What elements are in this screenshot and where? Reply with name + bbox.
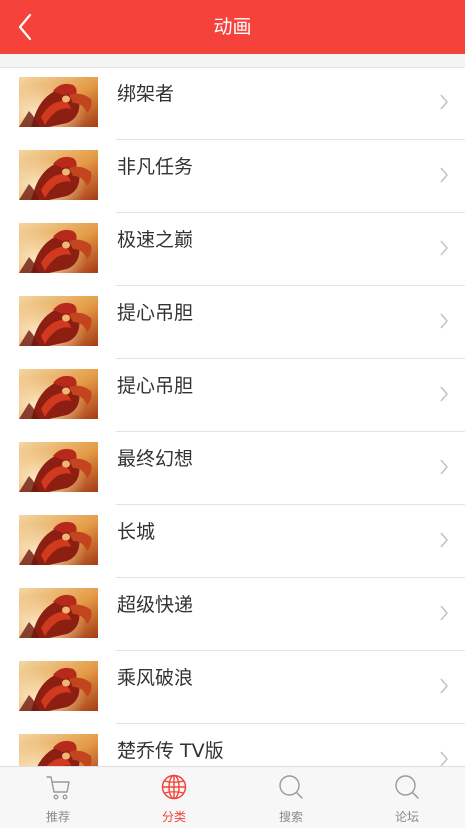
chevron-right-icon: [440, 386, 448, 402]
chevron-right-icon: [440, 167, 448, 183]
tab-forum[interactable]: 论坛: [349, 767, 465, 828]
list-item[interactable]: 最终幻想: [0, 432, 465, 505]
tab-label: 搜索: [278, 810, 303, 824]
chevron-left-icon: [18, 13, 32, 41]
item-title: 提心吊胆: [117, 302, 194, 324]
item-title: 长城: [117, 521, 156, 543]
chevron-right-icon: [440, 751, 448, 766]
list-item[interactable]: 乘风破浪: [0, 651, 465, 724]
poster-thumbnail: [19, 150, 98, 200]
tab-category[interactable]: 分类: [116, 767, 232, 828]
poster-thumbnail: [19, 661, 98, 711]
search-icon: [279, 775, 303, 799]
item-title: 绑架者: [117, 83, 175, 105]
page-title: 动画: [213, 16, 252, 38]
item-title: 最终幻想: [117, 448, 194, 470]
item-title: 乘风破浪: [117, 667, 194, 689]
chevron-right-icon: [440, 459, 448, 475]
search-icon: [395, 775, 419, 799]
item-title: 非凡任务: [117, 156, 194, 178]
cart-icon: [46, 776, 70, 800]
poster-thumbnail: [19, 77, 98, 127]
tab-recommend[interactable]: 推荐: [0, 767, 116, 828]
bottom-tab-bar: 推荐 分类 搜索 论坛: [0, 766, 465, 828]
top-bar: 动画: [0, 0, 465, 54]
poster-thumbnail: [19, 588, 98, 638]
chevron-right-icon: [440, 94, 448, 110]
globe-icon: [161, 774, 187, 800]
app-screen: 动画 绑架者 非凡任务 极速之巅 提心吊胆 提心吊胆 最终幻想 长城 超级快递 …: [0, 0, 465, 828]
item-title: 楚乔传 TV版: [117, 740, 224, 762]
poster-thumbnail: [19, 296, 98, 346]
chevron-right-icon: [440, 532, 448, 548]
list-item[interactable]: 超级快递: [0, 578, 465, 651]
list-item[interactable]: 提心吊胆: [0, 359, 465, 432]
tab-label: 分类: [161, 810, 186, 824]
list-item[interactable]: 长城: [0, 505, 465, 578]
back-button[interactable]: [10, 9, 46, 45]
poster-thumbnail: [19, 442, 98, 492]
chevron-right-icon: [440, 313, 448, 329]
tab-label: 论坛: [394, 810, 419, 824]
chevron-right-icon: [440, 678, 448, 694]
list-item[interactable]: 非凡任务: [0, 140, 465, 213]
poster-thumbnail: [19, 734, 98, 766]
chevron-right-icon: [440, 605, 448, 621]
item-title: 极速之巅: [117, 229, 194, 251]
list-item[interactable]: 提心吊胆: [0, 286, 465, 359]
poster-thumbnail: [19, 369, 98, 419]
video-list: 绑架者 非凡任务 极速之巅 提心吊胆 提心吊胆 最终幻想 长城 超级快递 乘风破…: [0, 67, 465, 766]
list-item[interactable]: 极速之巅: [0, 213, 465, 286]
chevron-right-icon: [440, 240, 448, 256]
tab-label: 推荐: [45, 810, 70, 824]
tab-search[interactable]: 搜索: [233, 767, 349, 828]
item-title: 提心吊胆: [117, 375, 194, 397]
list-item[interactable]: 楚乔传 TV版: [0, 724, 465, 766]
item-title: 超级快递: [117, 594, 194, 616]
header-divider: [0, 54, 465, 68]
poster-thumbnail: [19, 223, 98, 273]
poster-thumbnail: [19, 515, 98, 565]
list-item[interactable]: 绑架者: [0, 67, 465, 140]
